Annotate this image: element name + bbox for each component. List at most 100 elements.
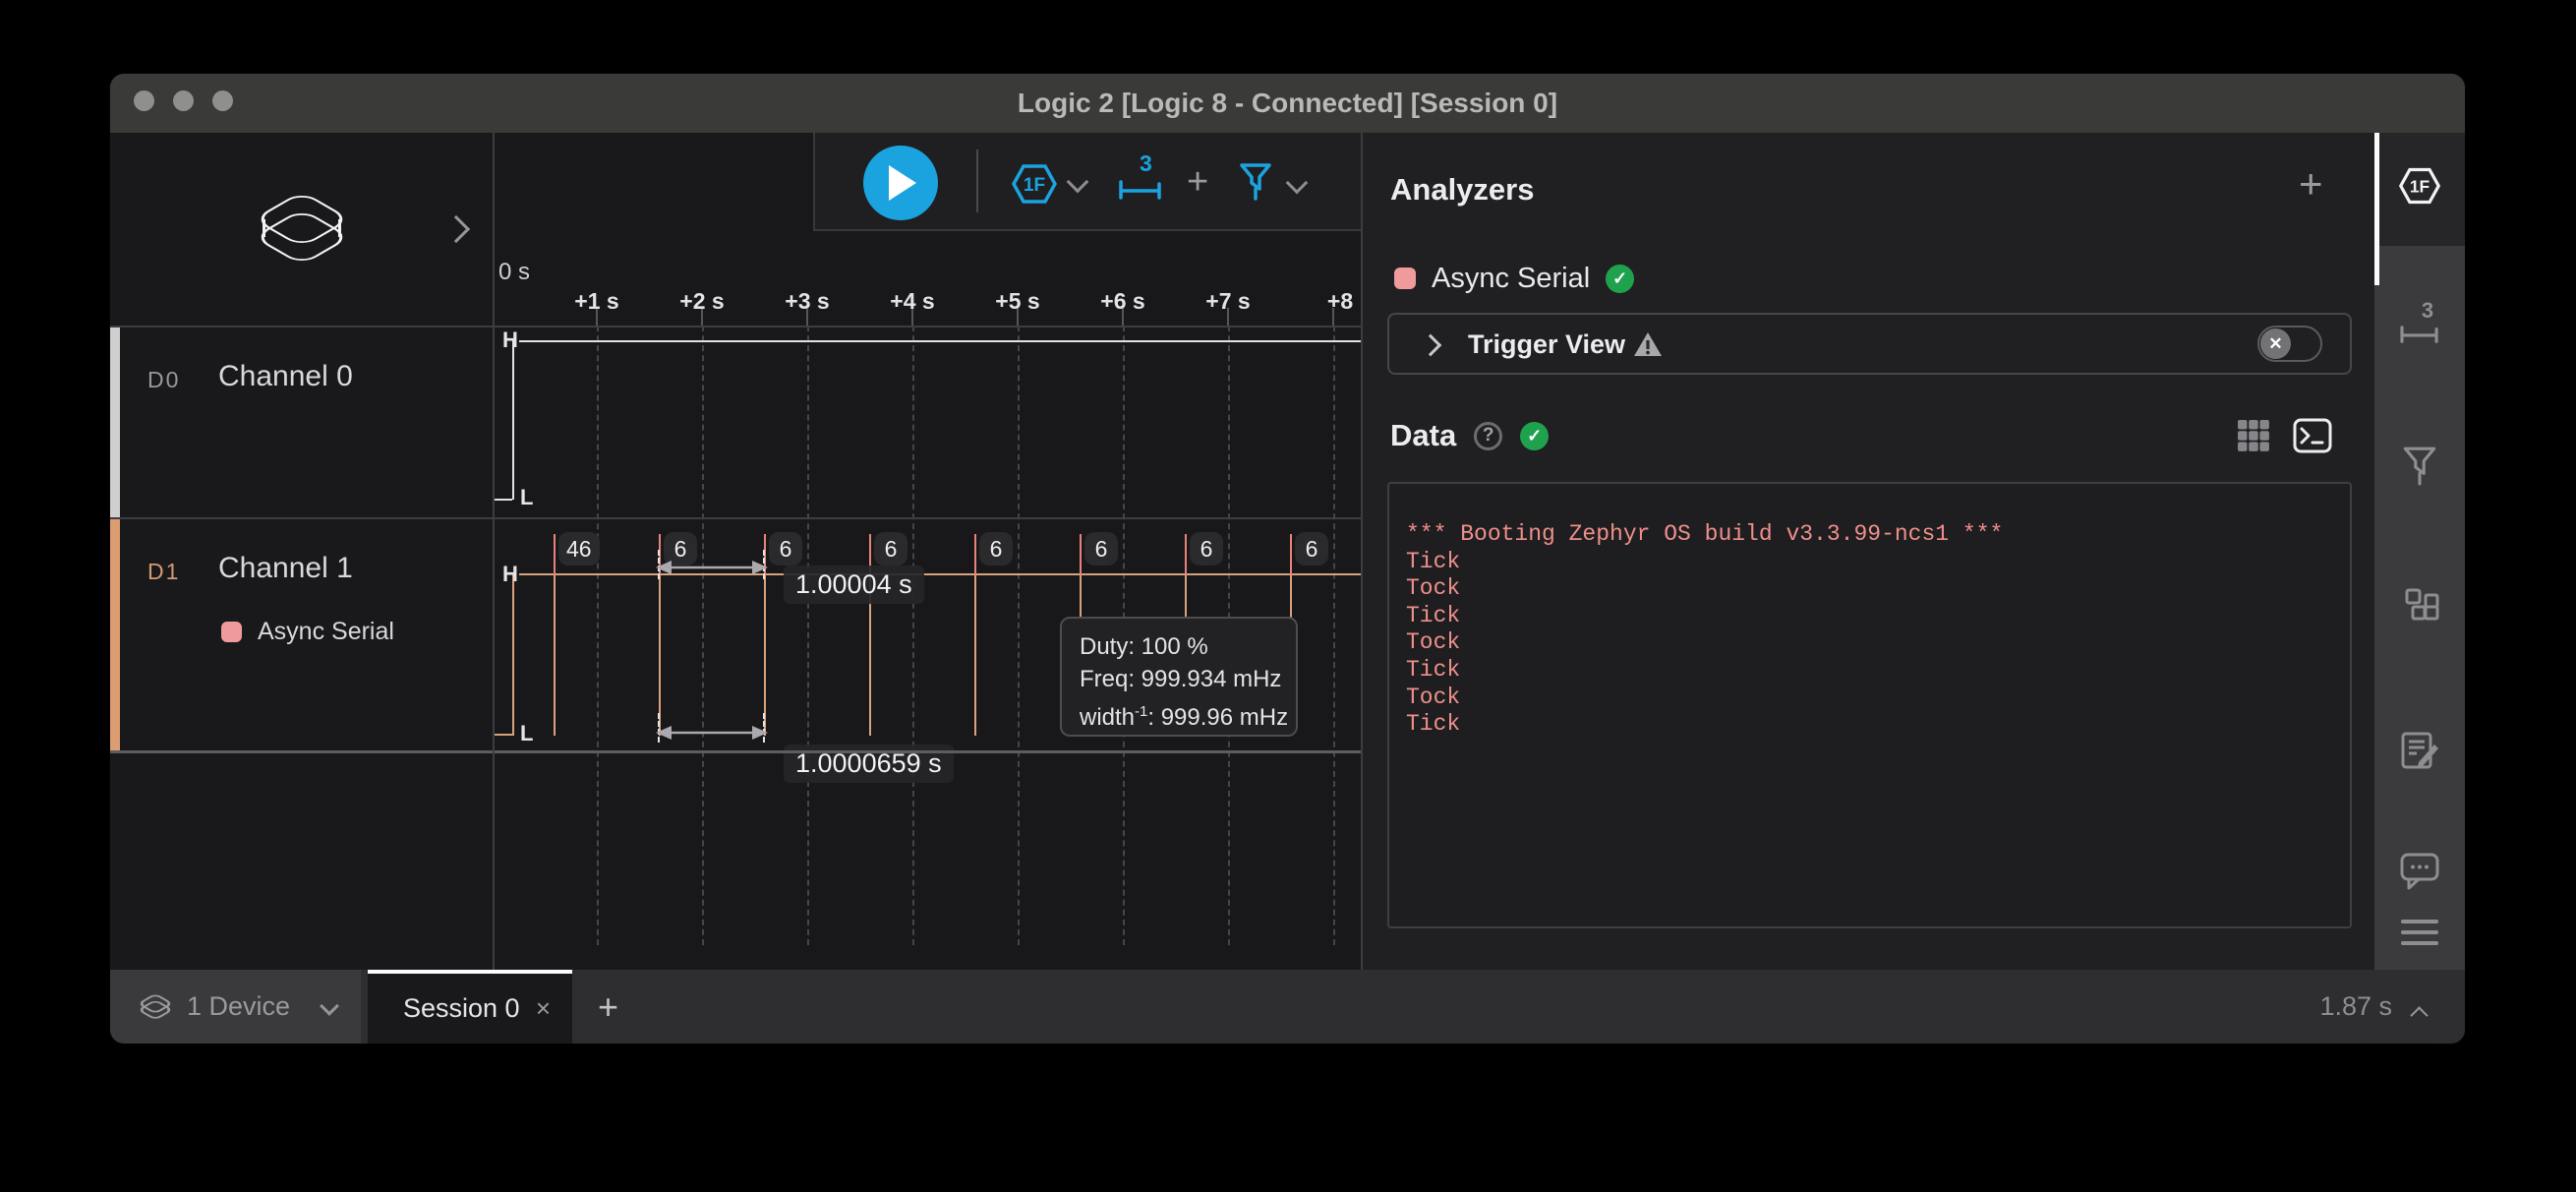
- add-measurement-button[interactable]: +: [1187, 160, 1208, 204]
- capture-toolbar: 1F 3 +: [813, 133, 1363, 231]
- waveform-panel[interactable]: 0 s +1 s +2 s +3 s +4 s +5 s +6 s +7 s +…: [493, 133, 1363, 970]
- tab-menu[interactable]: [2374, 920, 2465, 945]
- channel1-high-line: [519, 573, 1363, 575]
- channel-sidebar: D0 Channel 0 D1 Channel 1 Async Serial: [110, 133, 493, 970]
- measurement-badge[interactable]: 46: [558, 532, 600, 566]
- channel1-high-marker: H: [502, 562, 518, 587]
- measurement-badge[interactable]: 6: [769, 532, 802, 566]
- terminal-line: Tick: [1406, 549, 2350, 576]
- app-window: Logic 2 [Logic 8 - Connected] [Session 0…: [110, 74, 2465, 1043]
- analyzer-terminal-output[interactable]: *** Booting Zephyr OS build v3.3.99-ncs1…: [1387, 482, 2352, 928]
- device-hexagon-icon: 1F: [2396, 164, 2443, 208]
- trigger-menu-button[interactable]: [1238, 162, 1317, 206]
- analyzer-list-item[interactable]: Async Serial ✓: [1394, 259, 1787, 298]
- row-border: [110, 750, 1363, 753]
- svg-text:1F: 1F: [2410, 176, 2430, 196]
- timeline-label: +1 s: [574, 288, 618, 315]
- tab-notes[interactable]: [2374, 731, 2465, 772]
- channel-row-0[interactable]: D0 Channel 0: [110, 328, 493, 517]
- trigger-view-card[interactable]: Trigger View ✕: [1387, 313, 2352, 375]
- chevron-down-icon: [1067, 171, 1089, 194]
- terminal-line: Tick: [1406, 657, 2350, 685]
- measurement-badge[interactable]: 6: [1190, 532, 1223, 566]
- channel1-pulse: [659, 575, 661, 736]
- gridline: [702, 326, 704, 945]
- channel1-pulse: [974, 575, 976, 736]
- channel0-id: D0: [147, 367, 180, 393]
- measurement-badge[interactable]: 6: [979, 532, 1013, 566]
- channel1-color-indicator: [110, 519, 120, 750]
- tab-measurements[interactable]: 3: [2374, 298, 2465, 343]
- channel0-low-marker: L: [520, 485, 533, 510]
- toolbar-divider: [976, 149, 978, 212]
- analyzers-panel: Analyzers + Async Serial ✓ Trigger View …: [1363, 133, 2374, 970]
- analyzers-title: Analyzers: [1390, 172, 1534, 208]
- tab-feedback[interactable]: [2374, 851, 2465, 890]
- table-view-button[interactable]: [2236, 418, 2271, 453]
- gridline: [807, 326, 809, 945]
- tab-session-0[interactable]: Session 0 ×: [368, 970, 572, 1043]
- channel-row-1[interactable]: D1 Channel 1 Async Serial: [110, 519, 493, 750]
- timeline-label: +3 s: [785, 288, 829, 315]
- chat-icon: [2399, 851, 2440, 890]
- terminal-view-button[interactable]: [2293, 418, 2332, 453]
- toggle-off-knob: ✕: [2260, 328, 2291, 359]
- new-session-button[interactable]: +: [598, 970, 618, 1043]
- channel1-pulse-marker: [554, 534, 556, 575]
- help-icon[interactable]: ?: [1474, 422, 1502, 450]
- terminal-line: Tock: [1406, 685, 2350, 712]
- trigger-view-toggle[interactable]: ✕: [2257, 326, 2322, 362]
- timeline-label: +7 s: [1205, 288, 1250, 315]
- measurements-button[interactable]: 3: [1118, 150, 1187, 213]
- check-icon: ✓: [1606, 265, 1634, 293]
- measurement-tooltip: Duty: 100 % Freq: 999.934 mHz width-1: 9…: [1060, 617, 1298, 737]
- terminal-line: Tock: [1406, 575, 2350, 603]
- measurement-badge[interactable]: 6: [1084, 532, 1118, 566]
- channel1-analyzer-chip[interactable]: Async Serial: [221, 618, 394, 646]
- data-section-header: Data ? ✓: [1390, 416, 1784, 455]
- window-title: Logic 2 [Logic 8 - Connected] [Session 0…: [110, 74, 2465, 133]
- titlebar: Logic 2 [Logic 8 - Connected] [Session 0…: [110, 74, 2465, 133]
- device-settings-button[interactable]: 1F: [1009, 160, 1097, 208]
- measurement-badge[interactable]: 6: [1295, 532, 1328, 566]
- measurement-badge[interactable]: 6: [874, 532, 907, 566]
- tab-extensions[interactable]: [2374, 587, 2465, 628]
- device-layers-icon: [136, 991, 175, 1023]
- tab-device-1f[interactable]: 1F: [2374, 164, 2465, 208]
- check-icon: ✓: [1520, 422, 1549, 450]
- chevron-down-icon: [320, 996, 339, 1016]
- device-header[interactable]: [110, 133, 493, 326]
- analyzer-color-dot: [1394, 268, 1416, 289]
- gridline: [597, 326, 599, 945]
- channel1-pulse-marker: [1290, 534, 1292, 575]
- measurement-count: 3: [2422, 298, 2433, 323]
- close-session-icon[interactable]: ×: [536, 974, 551, 1043]
- channel0-color-indicator: [110, 328, 120, 517]
- tab-triggers[interactable]: [2374, 446, 2465, 487]
- device-selector[interactable]: 1 Device: [110, 970, 361, 1043]
- chevron-up-icon[interactable]: [2410, 1006, 2428, 1024]
- analyzer-name: Async Serial: [1432, 263, 1590, 295]
- ruler-icon: [2398, 326, 2441, 343]
- period-arrow-bottom: [652, 723, 772, 743]
- timeline-label: +8: [1327, 288, 1353, 315]
- add-analyzer-button[interactable]: +: [2299, 160, 2323, 208]
- channel0-high-line: [519, 340, 1363, 342]
- capture-duration: 1.87 s: [2319, 970, 2392, 1043]
- chevron-right-icon[interactable]: [1420, 334, 1442, 357]
- start-capture-button[interactable]: [863, 146, 938, 220]
- tooltip-duty: Duty: 100 %: [1080, 630, 1278, 663]
- channel0-high-marker: H: [502, 328, 518, 353]
- device-icon: [248, 184, 356, 274]
- panel-divider: [1361, 133, 1363, 970]
- gridline: [1333, 326, 1335, 945]
- terminal-line: *** Booting Zephyr OS build v3.3.99-ncs1…: [1406, 521, 2350, 549]
- active-tab-indicator: [2374, 133, 2379, 285]
- device-expand-chevron-icon[interactable]: [442, 215, 470, 243]
- timeline-label: +4 s: [890, 288, 934, 315]
- play-icon: [889, 165, 916, 201]
- funnel-icon: [2401, 446, 2438, 487]
- device-count-label: 1 Device: [187, 970, 290, 1043]
- note-edit-icon: [2399, 731, 2440, 772]
- chevron-down-icon: [1286, 172, 1309, 195]
